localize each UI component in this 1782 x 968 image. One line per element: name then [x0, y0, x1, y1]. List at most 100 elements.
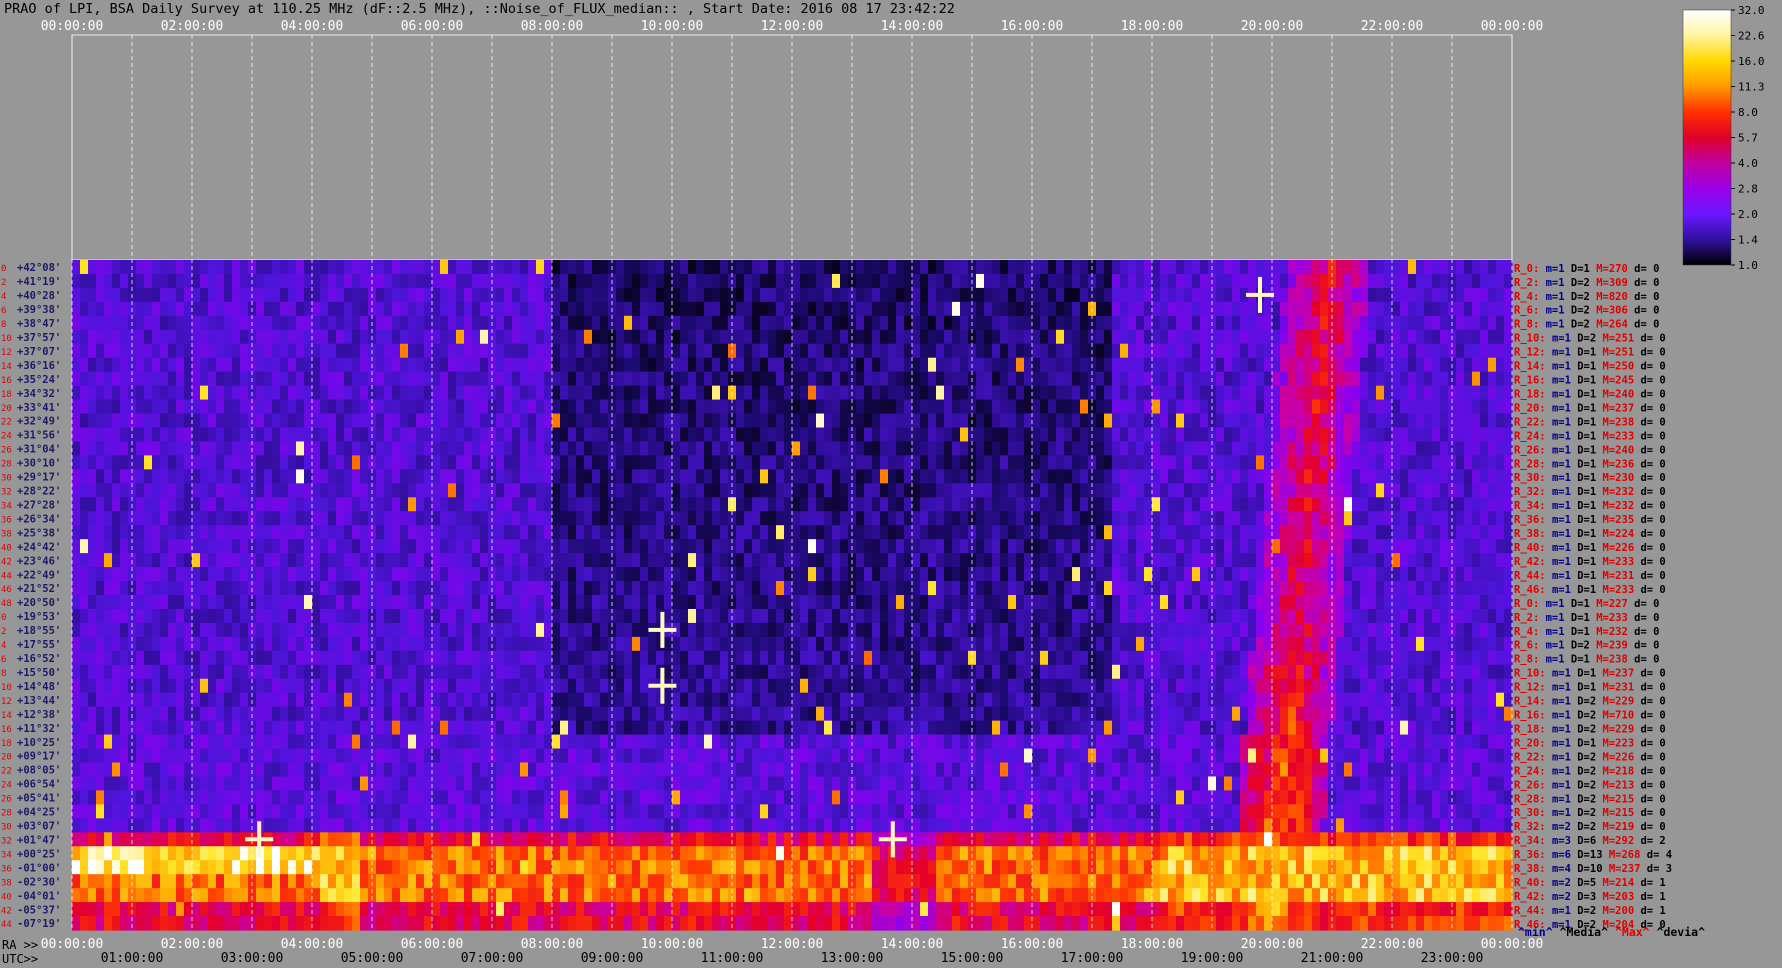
utc-tick: 17:00:00 [1061, 951, 1124, 966]
beam-index: 36 [1, 515, 12, 525]
declination-label: +36°16' [17, 360, 61, 372]
declination-label: +26°34' [17, 513, 61, 525]
beam-index: 20 [1, 753, 12, 763]
declination-label: +10°25' [17, 737, 61, 749]
beam-stats-row: R_16: m=1 D=2 M=710 d= 0 [1514, 710, 1666, 722]
declination-label: +32°49' [17, 416, 61, 428]
beam-stats-row: R_40: m=2 D=5 M=214 d= 1 [1514, 877, 1666, 889]
beam-stats-row: R_30: m=1 D=2 M=215 d= 0 [1514, 807, 1666, 819]
legend-max: ^Max^ [1614, 925, 1650, 939]
declination-label: +37°57' [17, 332, 61, 344]
declination-label: +42°08' [17, 262, 61, 274]
beam-index: 38 [1, 878, 12, 888]
top-time-tick: 06:00:00 [401, 19, 464, 34]
beam-index: 46 [1, 585, 12, 595]
declination-label: +21°52' [17, 583, 61, 595]
beam-index: 2 [1, 627, 6, 637]
beam-index: 32 [1, 488, 12, 498]
declination-label: +25°38' [17, 527, 61, 539]
ra-tick: 02:00:00 [161, 937, 224, 952]
declination-label: -05°37' [17, 904, 61, 916]
declination-label: +15°50' [17, 667, 61, 679]
beam-index: 22 [1, 767, 12, 777]
beam-index: 36 [1, 864, 12, 874]
declination-label: -02°30' [17, 876, 61, 888]
beam-index: 44 [1, 571, 12, 581]
beam-stats-row: R_44: m=1 D=2 M=200 d= 1 [1514, 905, 1666, 917]
beam-stats-row: R_46: m=1 D=1 M=233 d= 0 [1514, 584, 1666, 596]
beam-stats-row: R_6: m=1 D=2 M=306 d= 0 [1514, 305, 1659, 317]
declination-label: +00°25' [17, 848, 61, 860]
beam-stats-row: R_2: m=1 D=2 M=309 d= 0 [1514, 277, 1659, 289]
colorbar-tick: 16.0 [1738, 55, 1765, 68]
top-time-tick: 22:00:00 [1361, 19, 1424, 34]
beam-stats-row: R_10: m=1 D=2 M=251 d= 0 [1514, 333, 1666, 345]
beam-stats-row: R_36: m=1 D=1 M=235 d= 0 [1514, 514, 1666, 526]
declination-label: +17°55' [17, 639, 61, 651]
declination-label: +29°17' [17, 472, 61, 484]
beam-index: 22 [1, 418, 12, 428]
beam-index: 4 [1, 641, 6, 651]
colorbar-tick: 1.4 [1738, 234, 1758, 247]
beam-index: 34 [1, 850, 12, 860]
beam-stats-row: R_8: m=1 D=1 M=238 d= 0 [1514, 654, 1659, 666]
declination-label: +14°48' [17, 681, 61, 693]
beam-stats-row: R_42: m=1 D=1 M=233 d= 0 [1514, 556, 1666, 568]
declination-label: +01°47' [17, 834, 61, 846]
utc-tick: 07:00:00 [461, 951, 524, 966]
legend-min: ^min^ [1518, 925, 1553, 939]
colorbar-tick: 4.0 [1738, 157, 1758, 170]
beam-index: 16 [1, 376, 12, 386]
declination-label: +20°50' [17, 597, 61, 609]
beam-index: 8 [1, 320, 6, 330]
beam-stats-row: R_34: m=1 D=1 M=232 d= 0 [1514, 500, 1666, 512]
top-time-tick: 08:00:00 [521, 19, 584, 34]
declination-label: +27°28' [17, 499, 61, 511]
beam-index: 18 [1, 390, 12, 400]
beam-index: 14 [1, 711, 12, 721]
declination-label: +23°46' [17, 555, 61, 567]
beam-index: 18 [1, 739, 12, 749]
top-time-tick: 10:00:00 [641, 19, 704, 34]
ra-tick: 20:00:00 [1241, 937, 1304, 952]
declination-label: +37°07' [17, 346, 61, 358]
beam-stats-row: R_18: m=1 D=1 M=240 d= 0 [1514, 388, 1666, 400]
beam-index: 24 [1, 432, 12, 442]
ra-tick: 04:00:00 [281, 937, 344, 952]
colorbar-tick: 2.0 [1738, 208, 1758, 221]
declination-label: +40°28' [17, 290, 61, 302]
beam-stats-row: R_12: m=1 D=1 M=251 d= 0 [1514, 347, 1666, 359]
beam-stats-row: R_32: m=2 D=2 M=219 d= 0 [1514, 821, 1666, 833]
beam-stats-row: R_28: m=1 D=2 M=215 d= 0 [1514, 793, 1666, 805]
declination-label: -04°01' [17, 890, 61, 902]
beam-index: 10 [1, 683, 12, 693]
ra-tick: 00:00:00 [41, 937, 104, 952]
beam-index: 40 [1, 892, 12, 902]
ra-tick: 18:00:00 [1121, 937, 1184, 952]
beam-stats-row: R_38: m=1 D=1 M=224 d= 0 [1514, 528, 1666, 540]
declination-label: +24°42' [17, 541, 61, 553]
source-sun-horizontal [878, 837, 907, 842]
beam-index: 6 [1, 655, 6, 665]
beam-stats-row: R_24: m=1 D=1 M=233 d= 0 [1514, 430, 1666, 442]
declination-label: +09°17' [17, 751, 61, 763]
legend-devia: ^devia^ [1656, 925, 1705, 939]
declination-label: +35°24' [17, 374, 61, 386]
beam-index: 26 [1, 795, 12, 805]
utc-tick: 15:00:00 [941, 951, 1004, 966]
declination-label: +12°38' [17, 709, 61, 721]
ra-tick: 08:00:00 [521, 937, 584, 952]
beam-index: 26 [1, 446, 12, 456]
beam-index: 4 [1, 292, 6, 302]
beam-index: 10 [1, 334, 12, 344]
beam-stats-row: R_26: m=1 D=1 M=240 d= 0 [1514, 444, 1666, 456]
beam-index: 32 [1, 836, 12, 846]
beam-index: 12 [1, 348, 12, 358]
declination-label: -07°19' [17, 918, 61, 930]
top-time-tick: 18:00:00 [1121, 19, 1184, 34]
beam-stats-row: R_34: m=3 D=6 M=292 d= 2 [1514, 835, 1666, 847]
beam-stats-row: R_0: m=1 D=1 M=270 d= 0 [1514, 263, 1659, 275]
declination-label: +04°25' [17, 807, 61, 819]
declination-label: +41°19' [17, 276, 61, 288]
beam-index: 28 [1, 809, 12, 819]
